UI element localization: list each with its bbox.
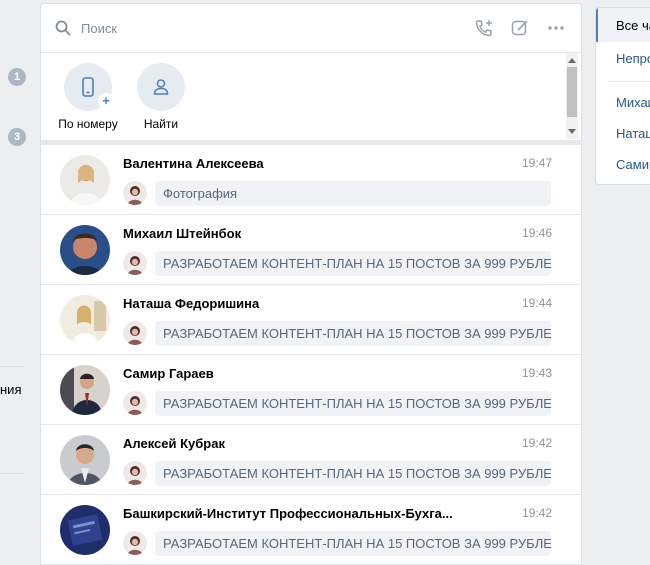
dialogs-panel: Поиск + По номеру Найти Валентина Алексе…: [40, 3, 582, 565]
chat-row[interactable]: Валентина Алексеева 19:47 Фотография: [41, 145, 581, 215]
filter-contact[interactable]: Самир: [616, 157, 650, 172]
chat-row[interactable]: Башкирский-Институт Профессиональных-Бух…: [41, 495, 581, 564]
avatar: [60, 155, 110, 205]
scroll-down-arrow-icon[interactable]: [568, 129, 576, 134]
search-bar: Поиск: [41, 4, 581, 53]
avatar: [60, 225, 110, 275]
person-icon: [153, 79, 169, 95]
chat-name: Алексей Кубрак: [123, 436, 225, 451]
chat-name: Самир Гараев: [123, 366, 214, 381]
filter-contact[interactable]: Наташ: [616, 126, 650, 141]
filter-unread[interactable]: Непро: [616, 51, 650, 66]
quick-label: Найти: [143, 117, 179, 131]
scroll-up-arrow-icon[interactable]: [568, 58, 576, 63]
search-icon: [55, 20, 71, 36]
counter-badge-1: 1: [8, 68, 26, 86]
filter-contact[interactable]: Михаи: [616, 95, 650, 110]
left-divider: [0, 366, 24, 367]
avatar: [60, 365, 110, 415]
sender-avatar: [123, 181, 147, 205]
chat-time: 19:46: [521, 226, 552, 240]
plus-icon: +: [98, 93, 114, 109]
message-preview: РАЗРАБОТАЕМ КОНТЕНТ-ПЛАН НА 15 ПОСТОВ ЗА…: [155, 531, 551, 556]
quick-circle: [137, 63, 185, 111]
search-input[interactable]: Поиск: [81, 21, 459, 36]
compose-icon[interactable]: [509, 17, 531, 39]
filter-all-chats[interactable]: Все ча: [616, 18, 650, 33]
left-menu-fragment[interactable]: ния: [0, 382, 21, 397]
quick-actions: + По номеру Найти: [41, 53, 581, 141]
chat-row[interactable]: Наташа Федоришина 19:44 РАЗРАБОТАЕМ КОНТ…: [41, 285, 581, 355]
sender-avatar: [123, 531, 147, 555]
chat-time: 19:42: [521, 436, 552, 450]
scroll-thumb[interactable]: [567, 67, 577, 117]
chat-name: Валентина Алексеева: [123, 156, 264, 171]
chat-time: 19:47: [521, 156, 552, 170]
sender-avatar: [123, 321, 147, 345]
chat-time: 19:42: [521, 506, 552, 520]
chat-name: Наташа Федоришина: [123, 296, 260, 311]
filter-menu: Все ча Непро Михаи Наташ Самир: [595, 7, 650, 185]
counter-badge-2: 3: [8, 128, 26, 146]
avatar: [60, 505, 110, 555]
message-preview: Фотография: [155, 181, 551, 206]
chat-name: Михаил Штейнбок: [123, 226, 242, 241]
scrollbar[interactable]: [566, 53, 578, 139]
find-button[interactable]: Найти: [121, 63, 201, 131]
chat-time: 19:44: [521, 296, 552, 310]
add-call-icon[interactable]: [473, 17, 495, 39]
by-number-button[interactable]: + По номеру: [48, 63, 128, 131]
avatar: [60, 295, 110, 345]
message-preview: РАЗРАБОТАЕМ КОНТЕНТ-ПЛАН НА 15 ПОСТОВ ЗА…: [155, 461, 551, 486]
chat-name: Башкирский-Институт Профессиональных-Бух…: [123, 506, 453, 521]
message-preview: РАЗРАБОТАЕМ КОНТЕНТ-ПЛАН НА 15 ПОСТОВ ЗА…: [155, 251, 551, 276]
sender-avatar: [123, 391, 147, 415]
left-divider: [0, 473, 24, 474]
sender-avatar: [123, 251, 147, 275]
sender-avatar: [123, 461, 147, 485]
chat-list: Валентина Алексеева 19:47 Фотография Мих…: [41, 145, 581, 564]
more-icon[interactable]: [545, 17, 567, 39]
avatar: [60, 435, 110, 485]
phone-icon: [82, 77, 94, 97]
chat-row[interactable]: Михаил Штейнбок 19:46 РАЗРАБОТАЕМ КОНТЕН…: [41, 215, 581, 285]
chat-time: 19:43: [521, 366, 552, 380]
chat-row[interactable]: Алексей Кубрак 19:42 РАЗРАБОТАЕМ КОНТЕНТ…: [41, 425, 581, 495]
filter-divider: [608, 81, 650, 82]
message-preview: РАЗРАБОТАЕМ КОНТЕНТ-ПЛАН НА 15 ПОСТОВ ЗА…: [155, 321, 551, 346]
quick-label: По номеру: [58, 117, 118, 131]
message-preview: РАЗРАБОТАЕМ КОНТЕНТ-ПЛАН НА 15 ПОСТОВ ЗА…: [155, 391, 551, 416]
chat-row[interactable]: Самир Гараев 19:43 РАЗРАБОТАЕМ КОНТЕНТ-П…: [41, 355, 581, 425]
quick-circle: +: [64, 63, 114, 111]
